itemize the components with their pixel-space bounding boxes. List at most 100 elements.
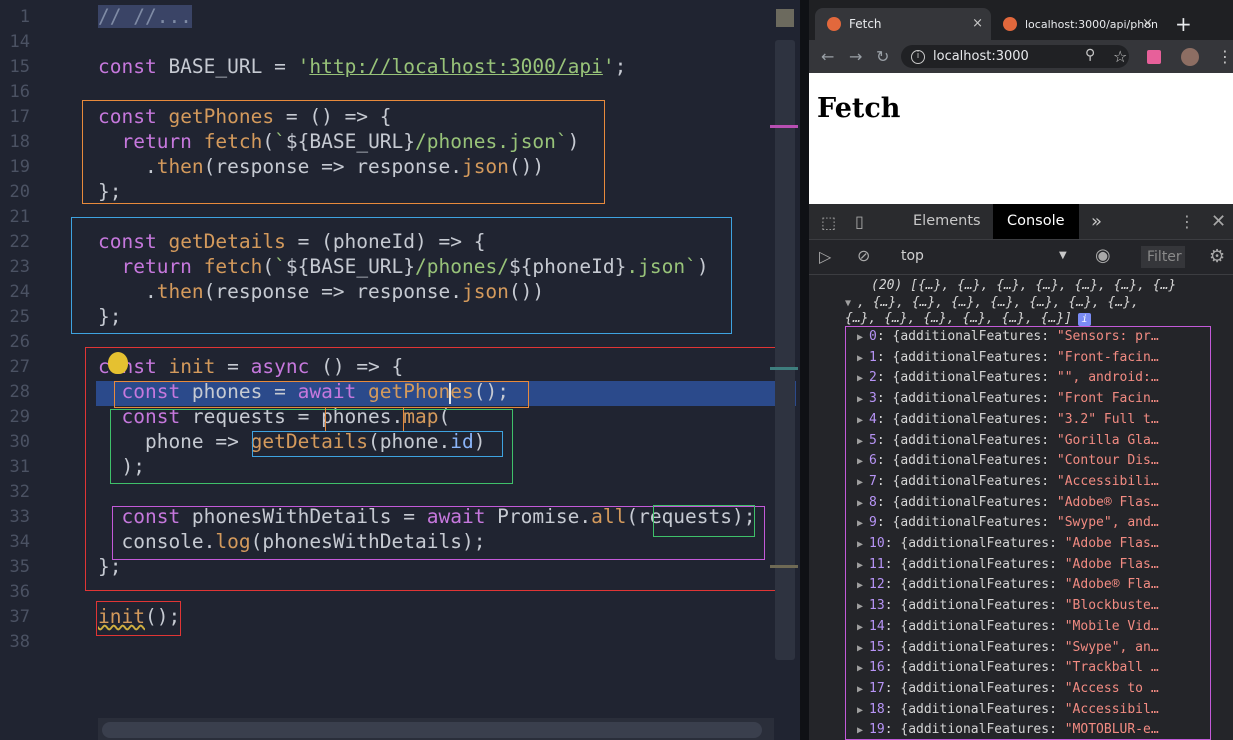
- console-entry[interactable]: ▶ 5: {additionalFeatures: "Gorilla Gla…: [857, 433, 1159, 448]
- expand-arrow-icon[interactable]: ▶: [857, 684, 869, 695]
- expand-arrow-icon[interactable]: ▶: [857, 601, 869, 612]
- console-array-summary[interactable]: (20) [{…}, {…}, {…}, {…}, {…}, {…}, {…}: [871, 278, 1176, 293]
- code-token: log: [215, 530, 251, 553]
- site-info-icon[interactable]: i: [911, 49, 925, 64]
- code-line[interactable]: const phones = await getPhones();: [98, 380, 508, 403]
- code-line[interactable]: console.log(phonesWithDetails);: [98, 530, 485, 553]
- code-line[interactable]: phone => getDetails(phone.id): [98, 430, 486, 453]
- code-line[interactable]: };: [98, 180, 121, 203]
- zoom-icon[interactable]: ⚲: [1085, 47, 1095, 63]
- expand-arrow-icon[interactable]: ▶: [857, 353, 869, 364]
- expand-arrow-icon[interactable]: ▶: [857, 622, 869, 633]
- code-line[interactable]: );: [98, 455, 145, 478]
- console-settings-gear-icon[interactable]: ⚙: [1209, 246, 1225, 267]
- console-entry[interactable]: ▶ 15: {additionalFeatures: "Swype", an…: [857, 640, 1159, 655]
- console-entry[interactable]: ▶ 17: {additionalFeatures: "Access to …: [857, 681, 1159, 696]
- entry-key: additionalFeatures: [900, 370, 1042, 386]
- expand-arrow-icon[interactable]: ▶: [857, 394, 869, 405]
- horizontal-scrollbar[interactable]: [102, 722, 762, 738]
- expand-arrow-icon[interactable]: ▶: [857, 705, 869, 716]
- console-entry[interactable]: ▶ 16: {additionalFeatures: "Trackball …: [857, 660, 1159, 675]
- more-tabs-icon[interactable]: »: [1077, 204, 1116, 239]
- profile-avatar[interactable]: [1181, 48, 1199, 66]
- expand-arrow-icon[interactable]: ▶: [857, 539, 869, 550]
- console-entry[interactable]: ▶ 0: {additionalFeatures: "Sensors: pr…: [857, 329, 1159, 344]
- code-line[interactable]: const BASE_URL = 'http://localhost:3000/…: [98, 55, 626, 78]
- clear-console-icon[interactable]: ⊘: [857, 246, 870, 265]
- code-line[interactable]: const getPhones = () => {: [98, 105, 392, 128]
- code-line[interactable]: .then(response => response.json()): [98, 280, 544, 303]
- expand-arrow-icon[interactable]: ▶: [857, 663, 869, 674]
- code-line[interactable]: const init = async () => {: [98, 355, 403, 378]
- expand-arrow-icon[interactable]: ▶: [857, 725, 869, 736]
- forward-icon[interactable]: →: [849, 47, 862, 66]
- bookmark-star-icon[interactable]: ☆: [1113, 47, 1127, 66]
- console-entry[interactable]: ▶ 18: {additionalFeatures: "Accessibil…: [857, 702, 1159, 717]
- code-line[interactable]: return fetch(`${BASE_URL}/phones.json`): [98, 130, 579, 153]
- expand-arrow-icon[interactable]: ▶: [857, 560, 869, 571]
- expand-arrow-icon[interactable]: ▶: [857, 580, 869, 591]
- close-tab-icon[interactable]: ×: [972, 16, 983, 31]
- console-entry[interactable]: ▶ 10: {additionalFeatures: "Adobe Flas…: [857, 536, 1159, 551]
- console-entry[interactable]: ▶ 4: {additionalFeatures: "3.2" Full t…: [857, 412, 1159, 427]
- menu-dots-icon[interactable]: ⋮: [1217, 47, 1233, 66]
- filter-input[interactable]: Filter: [1141, 246, 1185, 268]
- code-line[interactable]: // //...: [98, 5, 192, 28]
- close-tab-icon[interactable]: ×: [1142, 16, 1153, 31]
- code-line[interactable]: };: [98, 555, 121, 578]
- expand-arrow-icon[interactable]: ▶: [857, 373, 869, 384]
- context-selector[interactable]: top: [901, 248, 924, 264]
- device-toolbar-icon[interactable]: ▯: [855, 212, 864, 231]
- expand-arrow-icon[interactable]: ▶: [857, 332, 869, 343]
- chevron-down-icon[interactable]: ▼: [1059, 250, 1067, 261]
- expand-arrow-icon[interactable]: ▼: [845, 298, 857, 309]
- console-entry[interactable]: ▶ 1: {additionalFeatures: "Front-facin…: [857, 350, 1159, 365]
- code-line[interactable]: const requests = phones.map(: [98, 405, 450, 428]
- console-entry[interactable]: ▶ 6: {additionalFeatures: "Contour Dis…: [857, 453, 1159, 468]
- code-line[interactable]: const getDetails = (phoneId) => {: [98, 230, 485, 253]
- console-array-summary[interactable]: ▼ , {…}, {…}, {…}, {…}, {…}, {…}, {…},: [845, 295, 1139, 310]
- expand-arrow-icon[interactable]: ▶: [857, 436, 869, 447]
- console-entry[interactable]: ▶ 2: {additionalFeatures: "", android:…: [857, 370, 1159, 385]
- sidebar-toggle-icon[interactable]: ▷: [819, 247, 831, 266]
- code-line[interactable]: };: [98, 305, 121, 328]
- back-icon[interactable]: ←: [821, 47, 834, 66]
- expand-arrow-icon[interactable]: ▶: [857, 643, 869, 654]
- inspect-element-icon[interactable]: ⬚: [821, 213, 836, 232]
- tab-fetch[interactable]: Fetch ×: [815, 8, 991, 40]
- expand-arrow-icon[interactable]: ▶: [857, 415, 869, 426]
- console-entry[interactable]: ▶ 7: {additionalFeatures: "Accessibili…: [857, 474, 1159, 489]
- console-entry[interactable]: ▶ 19: {additionalFeatures: "MOTOBLUR-e…: [857, 722, 1159, 737]
- console-entry[interactable]: ▶ 9: {additionalFeatures: "Swype", and…: [857, 515, 1159, 530]
- expand-arrow-icon[interactable]: ▶: [857, 456, 869, 467]
- reload-icon[interactable]: ↻: [876, 47, 889, 66]
- code-line[interactable]: .then(response => response.json()): [98, 155, 544, 178]
- console-entry[interactable]: ▶ 3: {additionalFeatures: "Front Facin…: [857, 391, 1159, 406]
- tab-api-phones[interactable]: localhost:3000/api/phon ×: [993, 8, 1161, 40]
- code-line[interactable]: const phonesWithDetails = await Promise.…: [98, 505, 755, 528]
- new-tab-button[interactable]: +: [1175, 12, 1192, 36]
- console-array-summary[interactable]: {…}, {…}, {…}, {…}, {…}, {…}] i: [845, 311, 1091, 326]
- console-entry[interactable]: ▶ 13: {additionalFeatures: "Blockbuste…: [857, 598, 1159, 613]
- code-line[interactable]: init();: [98, 605, 180, 628]
- console-entry[interactable]: ▶ 12: {additionalFeatures: "Adobe® Fla…: [857, 577, 1159, 592]
- expand-arrow-icon[interactable]: ▶: [857, 498, 869, 509]
- tab-elements[interactable]: Elements: [899, 204, 995, 239]
- tab-console[interactable]: Console: [993, 204, 1079, 239]
- expand-arrow-icon[interactable]: ▶: [857, 477, 869, 488]
- pane-divider[interactable]: [800, 0, 809, 740]
- lightbulb-icon[interactable]: [108, 352, 128, 374]
- devtools-menu-icon[interactable]: ⋮: [1179, 212, 1195, 231]
- console-entry[interactable]: ▶ 8: {additionalFeatures: "Adobe® Flas…: [857, 495, 1159, 510]
- entry-punct: : {: [884, 536, 909, 551]
- code-editor[interactable]: 1 14 15 16 17 18 19 20 21 22 23 24 25 26 27 28 29 30 31 32 3…: [0, 0, 800, 740]
- console-entry[interactable]: ▶ 14: {additionalFeatures: "Mobile Vid…: [857, 619, 1159, 634]
- console-entry[interactable]: ▶ 11: {additionalFeatures: "Adobe Flas…: [857, 557, 1159, 572]
- code-line[interactable]: return fetch(`${BASE_URL}/phones/${phone…: [98, 255, 708, 278]
- close-devtools-icon[interactable]: ✕: [1211, 211, 1226, 232]
- info-icon[interactable]: i: [1077, 313, 1091, 326]
- expand-arrow-icon[interactable]: ▶: [857, 518, 869, 529]
- eye-icon[interactable]: ◉: [1095, 245, 1111, 266]
- entry-key: additionalFeatures: [908, 722, 1050, 738]
- extension-icon[interactable]: [1147, 50, 1161, 64]
